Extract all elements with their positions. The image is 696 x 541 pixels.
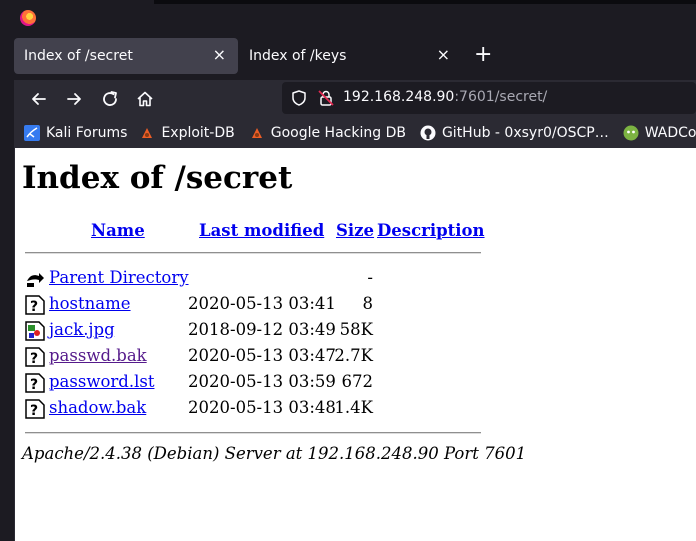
parent-directory-size: - <box>367 268 373 287</box>
close-tab-icon[interactable]: × <box>437 46 450 64</box>
home-icon[interactable] <box>134 88 156 110</box>
file-last-modified: 2018-09-12 03:49 <box>188 320 336 339</box>
page-content: Index of /secret Name Last modified Size… <box>14 148 696 541</box>
unknown-file-icon: ? <box>25 295 45 315</box>
tab-index-of-keys[interactable]: Index of /keys × <box>238 38 462 74</box>
forward-arrow-icon[interactable] <box>63 88 85 110</box>
bookmarks-toolbar: Kali Forums Exploit-DB Google Hacking DB… <box>14 118 696 148</box>
column-header-size: Size <box>336 221 374 240</box>
new-tab-button[interactable]: + <box>474 44 492 66</box>
sort-by-last-modified-link[interactable]: Last modified <box>199 221 324 240</box>
table-row: ? hostname 2020-05-13 03:41 8 <box>14 294 696 320</box>
column-header-description: Description <box>377 221 485 240</box>
page-title: Index of /secret <box>22 160 293 196</box>
tab-label: Index of /keys <box>249 48 347 64</box>
navigation-bar: 192.168.248.90:7601/secret/ <box>14 80 696 118</box>
parent-directory-icon <box>25 269 45 289</box>
wadcoms-icon <box>623 125 639 141</box>
file-last-modified: 2020-05-13 03:59 <box>188 372 336 391</box>
sort-by-name-link[interactable]: Name <box>91 221 145 240</box>
file-size: 2.7K <box>334 346 373 365</box>
background-window-edge <box>0 0 14 541</box>
image-file-icon <box>25 321 45 341</box>
svg-text:?: ? <box>30 403 38 419</box>
file-link[interactable]: passwd.bak <box>49 346 147 365</box>
bookmark-label: Kali Forums <box>46 125 128 141</box>
close-tab-icon[interactable]: × <box>213 46 226 64</box>
file-last-modified: 2020-05-13 03:47 <box>188 346 336 365</box>
file-size: 8 <box>362 294 374 313</box>
ghdb-icon <box>251 128 262 138</box>
svg-text:?: ? <box>30 299 38 315</box>
url-text[interactable]: 192.168.248.90:7601/secret/ <box>343 89 547 105</box>
svg-text:?: ? <box>30 377 38 393</box>
bookmark-kali-forums[interactable]: Kali Forums <box>24 125 127 141</box>
back-arrow-icon[interactable] <box>28 88 50 110</box>
reload-icon[interactable] <box>99 88 121 110</box>
bookmark-label: Google Hacking DB <box>270 125 406 141</box>
unknown-file-icon: ? <box>25 347 45 367</box>
bookmark-label: WADComs <box>644 125 696 141</box>
title-bar-shadow <box>154 0 696 4</box>
bookmark-wadcoms[interactable]: WADComs <box>623 125 696 141</box>
url-host: 192.168.248.90 <box>343 89 455 105</box>
file-size: 58K <box>339 320 373 339</box>
url-path: :7601/secret/ <box>454 89 548 105</box>
shield-icon[interactable] <box>290 89 308 107</box>
url-bar[interactable]: 192.168.248.90:7601/secret/ <box>282 82 696 114</box>
sort-by-size-link[interactable]: Size <box>336 221 374 240</box>
table-row-parent-directory: Parent Directory - <box>14 268 696 294</box>
table-divider-top <box>25 252 481 254</box>
table-row: ? shadow.bak 2020-05-13 03:48 1.4K <box>14 398 696 424</box>
file-link[interactable]: password.lst <box>49 372 154 391</box>
file-last-modified: 2020-05-13 03:41 <box>188 294 336 313</box>
table-row: ? password.lst 2020-05-13 03:59 672 <box>14 372 696 398</box>
tab-index-of-secret[interactable]: Index of /secret × <box>14 38 238 74</box>
file-link[interactable]: hostname <box>49 294 131 313</box>
firefox-logo-icon <box>20 10 36 26</box>
github-icon <box>420 125 436 141</box>
bookmark-label: Exploit-DB <box>161 125 235 141</box>
bookmark-google-hacking-db[interactable]: Google Hacking DB <box>249 125 406 141</box>
column-header-last-modified: Last modified <box>199 221 324 240</box>
bookmark-exploit-db[interactable]: Exploit-DB <box>139 125 235 141</box>
svg-text:?: ? <box>30 351 38 367</box>
bookmark-github-oscp[interactable]: GitHub - 0xsyr0/OSCP… <box>420 125 609 141</box>
title-bar <box>14 0 696 38</box>
server-signature: Apache/2.4.38 (Debian) Server at 192.168… <box>22 444 527 463</box>
file-size: 1.4K <box>334 398 373 417</box>
exploit-db-icon <box>142 128 153 138</box>
file-size: 672 <box>341 372 374 391</box>
insecure-lock-icon[interactable] <box>317 89 335 107</box>
column-header-name: Name <box>91 221 145 240</box>
bookmark-label: GitHub - 0xsyr0/OSCP… <box>441 125 609 141</box>
file-last-modified: 2020-05-13 03:48 <box>188 398 336 417</box>
file-link[interactable]: jack.jpg <box>49 320 115 339</box>
unknown-file-icon: ? <box>25 373 45 393</box>
kali-dragon-icon <box>24 125 40 141</box>
parent-directory-link[interactable]: Parent Directory <box>49 268 189 287</box>
table-row: ? passwd.bak 2020-05-13 03:47 2.7K <box>14 346 696 372</box>
unknown-file-icon: ? <box>25 399 45 419</box>
sort-by-description-link[interactable]: Description <box>377 221 485 240</box>
file-link[interactable]: shadow.bak <box>49 398 146 417</box>
table-row: jack.jpg 2018-09-12 03:49 58K <box>14 320 696 346</box>
table-divider-bottom <box>25 432 481 434</box>
tab-label: Index of /secret <box>24 48 133 64</box>
